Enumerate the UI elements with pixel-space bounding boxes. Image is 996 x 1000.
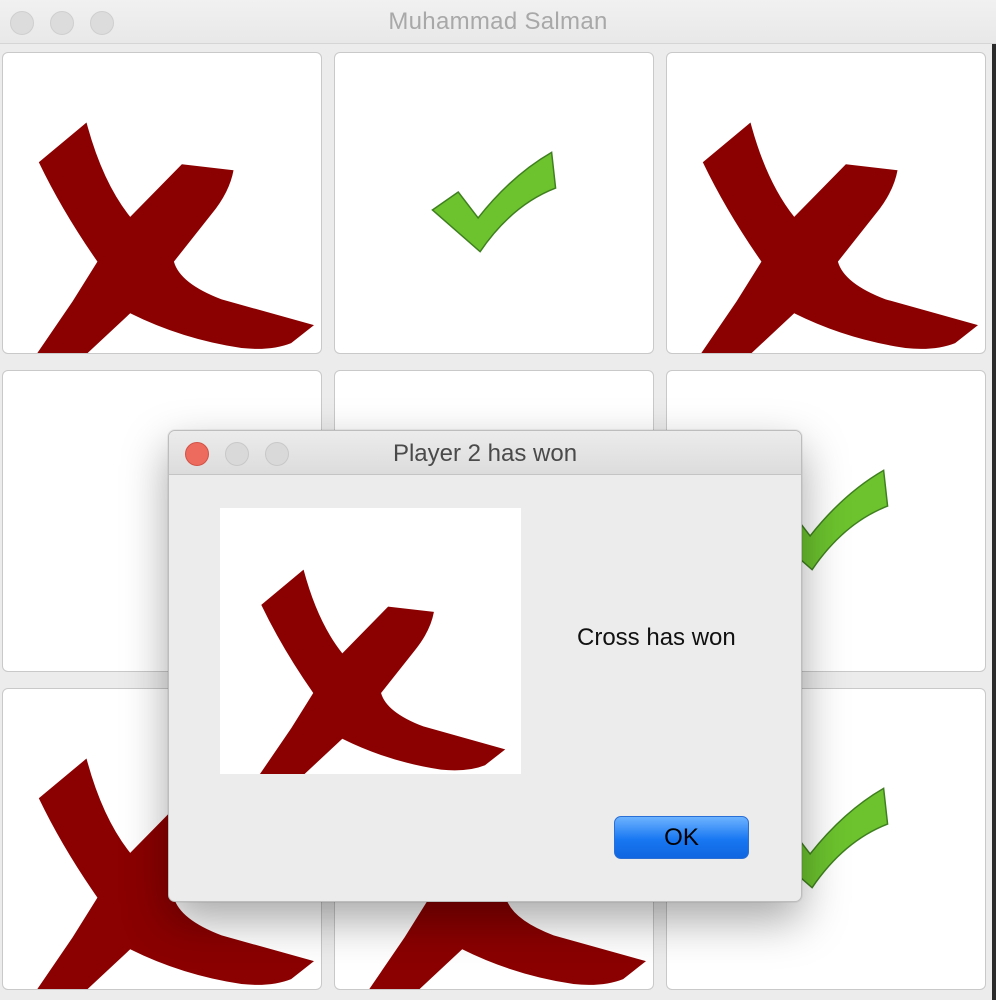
board-cell-1[interactable] [2, 52, 322, 354]
cross-icon [678, 122, 978, 353]
ok-button[interactable]: OK [614, 816, 749, 859]
cross-icon [14, 122, 314, 353]
dialog-titlebar: Player 2 has won [169, 431, 801, 475]
dialog-message: Cross has won [577, 624, 736, 651]
board-cell-2[interactable] [334, 52, 654, 354]
check-icon [431, 151, 557, 253]
board-cell-3[interactable] [666, 52, 986, 354]
window-title: Muhammad Salman [388, 8, 608, 35]
winner-image [220, 508, 521, 804]
window-edge [992, 44, 996, 1000]
dialog-title: Player 2 has won [392, 440, 578, 467]
win-dialog: Player 2 has won Cross has won OK [168, 430, 802, 902]
window-titlebar: Muhammad Salman [0, 0, 996, 44]
cross-icon [240, 569, 506, 804]
